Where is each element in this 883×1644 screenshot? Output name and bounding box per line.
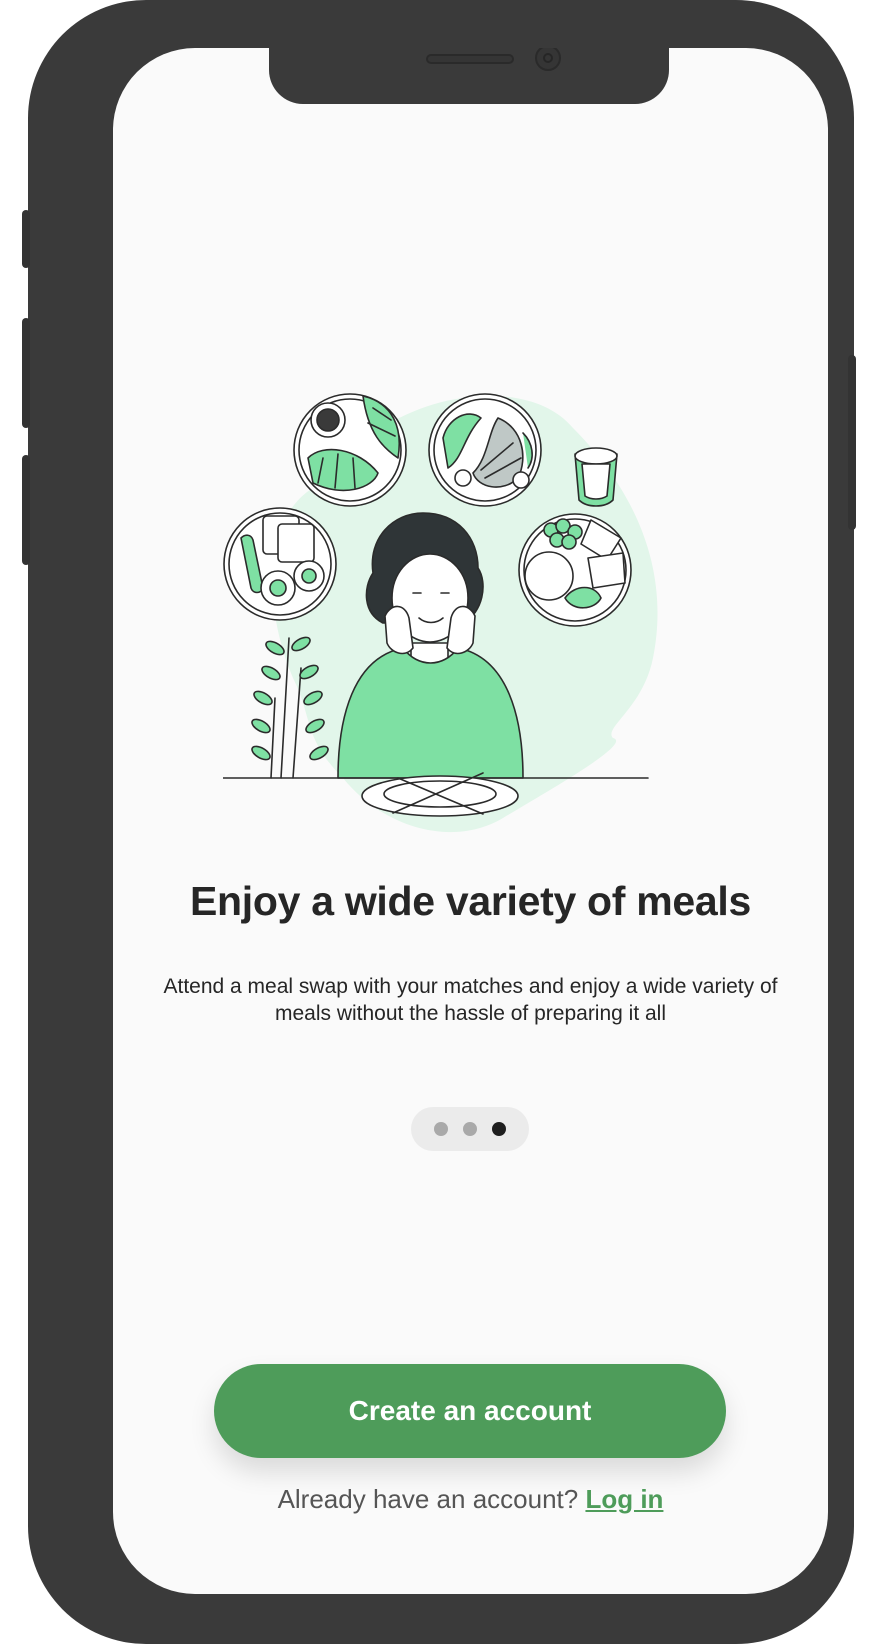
page-dot-3-active[interactable] — [492, 1122, 506, 1136]
page-indicator[interactable] — [411, 1107, 529, 1151]
speaker — [426, 54, 514, 64]
volume-up-button — [22, 318, 30, 428]
page-dot-2[interactable] — [463, 1122, 477, 1136]
plate-croissant — [293, 393, 407, 507]
power-button — [848, 355, 856, 530]
page-title: Enjoy a wide variety of meals — [190, 878, 751, 924]
mute-switch — [22, 210, 30, 268]
plate-salmon — [428, 393, 542, 507]
login-link[interactable]: Log in — [585, 1484, 663, 1514]
front-camera — [535, 48, 561, 71]
plate-breakfast — [223, 507, 337, 621]
app-screen: Enjoy a wide variety of meals Attend a m… — [113, 48, 828, 1594]
glass-of-milk — [574, 447, 618, 507]
notch — [269, 48, 669, 104]
login-prompt-text: Already have an account? — [277, 1484, 579, 1514]
page-dot-1[interactable] — [434, 1122, 448, 1136]
plate-cheese — [518, 513, 632, 627]
phone-frame: Enjoy a wide variety of meals Attend a m… — [22, 0, 856, 1644]
page-description: Attend a meal swap with your matches and… — [163, 975, 778, 1025]
create-account-button[interactable]: Create an account — [214, 1364, 726, 1458]
volume-down-button — [22, 455, 30, 565]
login-prompt-row: Already have an account? Log in — [113, 1484, 828, 1515]
meal-variety-illustration — [223, 393, 658, 833]
